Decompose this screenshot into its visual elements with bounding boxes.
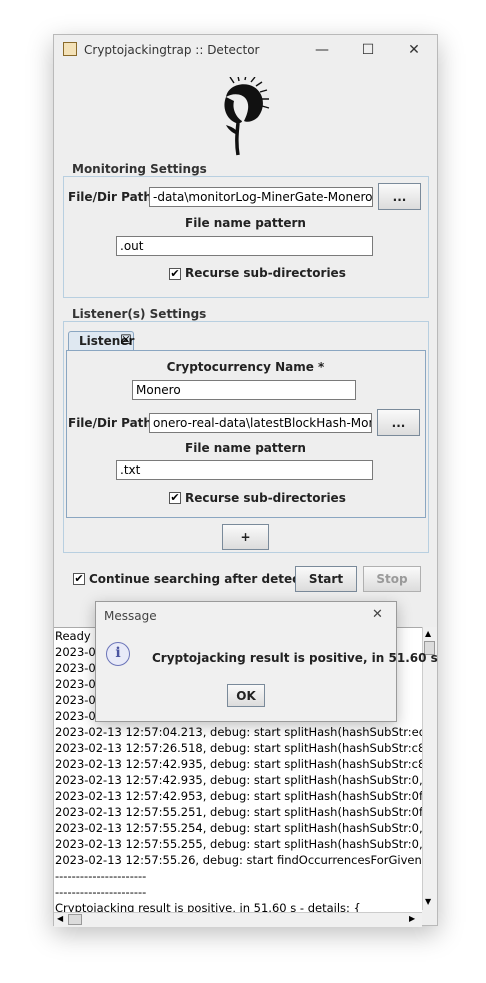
listener-settings-title: Listener(s) Settings: [69, 307, 210, 321]
scroll-left-icon[interactable]: ◀: [57, 914, 63, 923]
scroll-right-icon[interactable]: ▶: [409, 914, 415, 923]
log-line: ----------------------: [55, 885, 147, 899]
venus-flytrap-logo: [224, 77, 270, 156]
listener-recurse-checkbox[interactable]: ✔: [169, 492, 181, 504]
start-button[interactable]: Start: [295, 566, 357, 592]
log-line: 2023-02-13 12:57:55.255, debug: start sp…: [55, 837, 422, 851]
minimize-button[interactable]: —: [302, 38, 342, 62]
listener-path-field[interactable]: onero-real-data\latestBlockHash-Monero: [149, 413, 372, 433]
stop-button[interactable]: Stop: [363, 566, 421, 592]
continue-searching-label: Continue searching after detection: [89, 572, 326, 586]
log-line: 2023-02-13 12:57:04.213, debug: start sp…: [55, 725, 422, 739]
log-vertical-scrollbar[interactable]: ▲ ▼: [422, 627, 437, 910]
monitor-path-field[interactable]: -data\monitorLog-MinerGate-Monero.out: [149, 187, 373, 207]
log-line: 2023-02-13 12:57:55.26, debug: start fin…: [55, 853, 422, 867]
tab-close-icon[interactable]: ☒: [120, 333, 132, 348]
monitor-browse-button[interactable]: ...: [378, 183, 421, 210]
scroll-up-icon[interactable]: ▲: [425, 629, 431, 638]
log-line: 2023-02-13 12:57:42.935, debug: start sp…: [55, 757, 422, 771]
detector-window: Cryptojackingtrap :: Detector — ☐ ✕ Moni…: [53, 34, 438, 927]
log-line: 2023-02-13 12:57:55.251, debug: start sp…: [55, 805, 422, 819]
monitoring-settings-title: Monitoring Settings: [69, 162, 210, 176]
info-icon: i: [106, 642, 130, 666]
crypto-name-field[interactable]: Monero: [132, 380, 356, 400]
tab-listener[interactable]: Listener ☒: [68, 331, 134, 351]
listener-recurse-label: Recurse sub-directories: [185, 491, 346, 505]
ok-button[interactable]: OK: [227, 684, 265, 707]
monitor-pattern-field[interactable]: .out: [116, 236, 373, 256]
log-horizontal-scrollbar[interactable]: ◀ ▶: [54, 912, 422, 927]
monitor-recurse-checkbox[interactable]: ✔: [169, 268, 181, 280]
monitor-pattern-label: File name pattern: [185, 216, 306, 230]
add-listener-button[interactable]: +: [222, 524, 269, 550]
scroll-down-icon[interactable]: ▼: [425, 897, 431, 906]
window-title: Cryptojackingtrap :: Detector: [84, 43, 260, 57]
listener-pattern-field[interactable]: .txt: [116, 460, 373, 480]
app-icon: [63, 42, 77, 56]
dialog-message: Cryptojacking result is positive, in 51.…: [152, 651, 438, 665]
log-line: Ready: [55, 629, 91, 643]
horizontal-scroll-thumb[interactable]: [68, 914, 82, 925]
continue-searching-checkbox[interactable]: ✔: [73, 573, 85, 585]
listener-pattern-label: File name pattern: [185, 441, 306, 455]
title-bar[interactable]: Cryptojackingtrap :: Detector — ☐ ✕: [54, 35, 437, 65]
crypto-name-label: Cryptocurrency Name *: [166, 360, 325, 374]
dialog-close-button[interactable]: ✕: [372, 607, 383, 622]
log-line: 2023-02-13 12:57:55.254, debug: start sp…: [55, 821, 422, 835]
log-line: 2023-02-13 12:57:42.935, debug: start sp…: [55, 773, 422, 787]
listener-browse-button[interactable]: ...: [377, 409, 420, 436]
log-line: ----------------------: [55, 869, 147, 883]
log-line: 2023-02-13 12:57:42.953, debug: start sp…: [55, 789, 422, 803]
maximize-button[interactable]: ☐: [348, 38, 388, 62]
log-line: 2023-02-13 12:57:26.518, debug: start sp…: [55, 741, 422, 755]
dialog-title: Message: [104, 609, 157, 623]
close-button[interactable]: ✕: [394, 38, 434, 62]
message-dialog: Message ✕ i Cryptojacking result is posi…: [95, 601, 438, 722]
monitor-recurse-label: Recurse sub-directories: [185, 266, 346, 280]
